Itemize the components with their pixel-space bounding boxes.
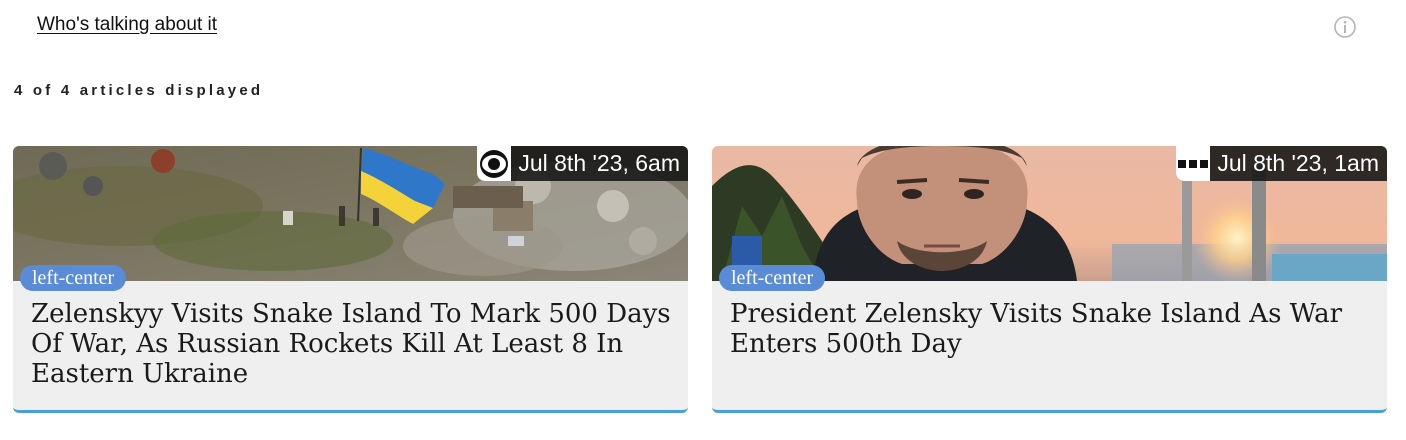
article-image: Jul 8th '23, 1am: [712, 146, 1387, 281]
article-card[interactable]: Jul 8th '23, 1am left-center President Z…: [712, 146, 1387, 413]
article-title[interactable]: President Zelensky Visits Snake Island A…: [730, 299, 1370, 359]
article-date: Jul 8th '23, 6am: [518, 150, 680, 176]
bias-badge: left-center: [719, 265, 826, 291]
cbs-eye-logo-icon: [477, 146, 512, 181]
article-title[interactable]: Zelenskyy Visits Snake Island To Mark 50…: [31, 299, 671, 389]
article-card[interactable]: Jul 8th '23, 6am left-center Zelenskyy V…: [13, 146, 688, 413]
date-badge: Jul 8th '23, 6am: [477, 146, 688, 181]
info-icon[interactable]: [1333, 15, 1357, 39]
date-badge: Jul 8th '23, 1am: [1176, 146, 1387, 181]
whos-talking-link[interactable]: Who's talking about it: [37, 14, 217, 36]
article-date: Jul 8th '23, 1am: [1217, 150, 1379, 176]
article-image: Jul 8th '23, 6am: [13, 146, 688, 281]
three-bar-logo-icon: [1176, 146, 1211, 181]
article-count: 4 of 4 articles displayed: [14, 82, 264, 99]
bias-badge: left-center: [20, 265, 127, 291]
